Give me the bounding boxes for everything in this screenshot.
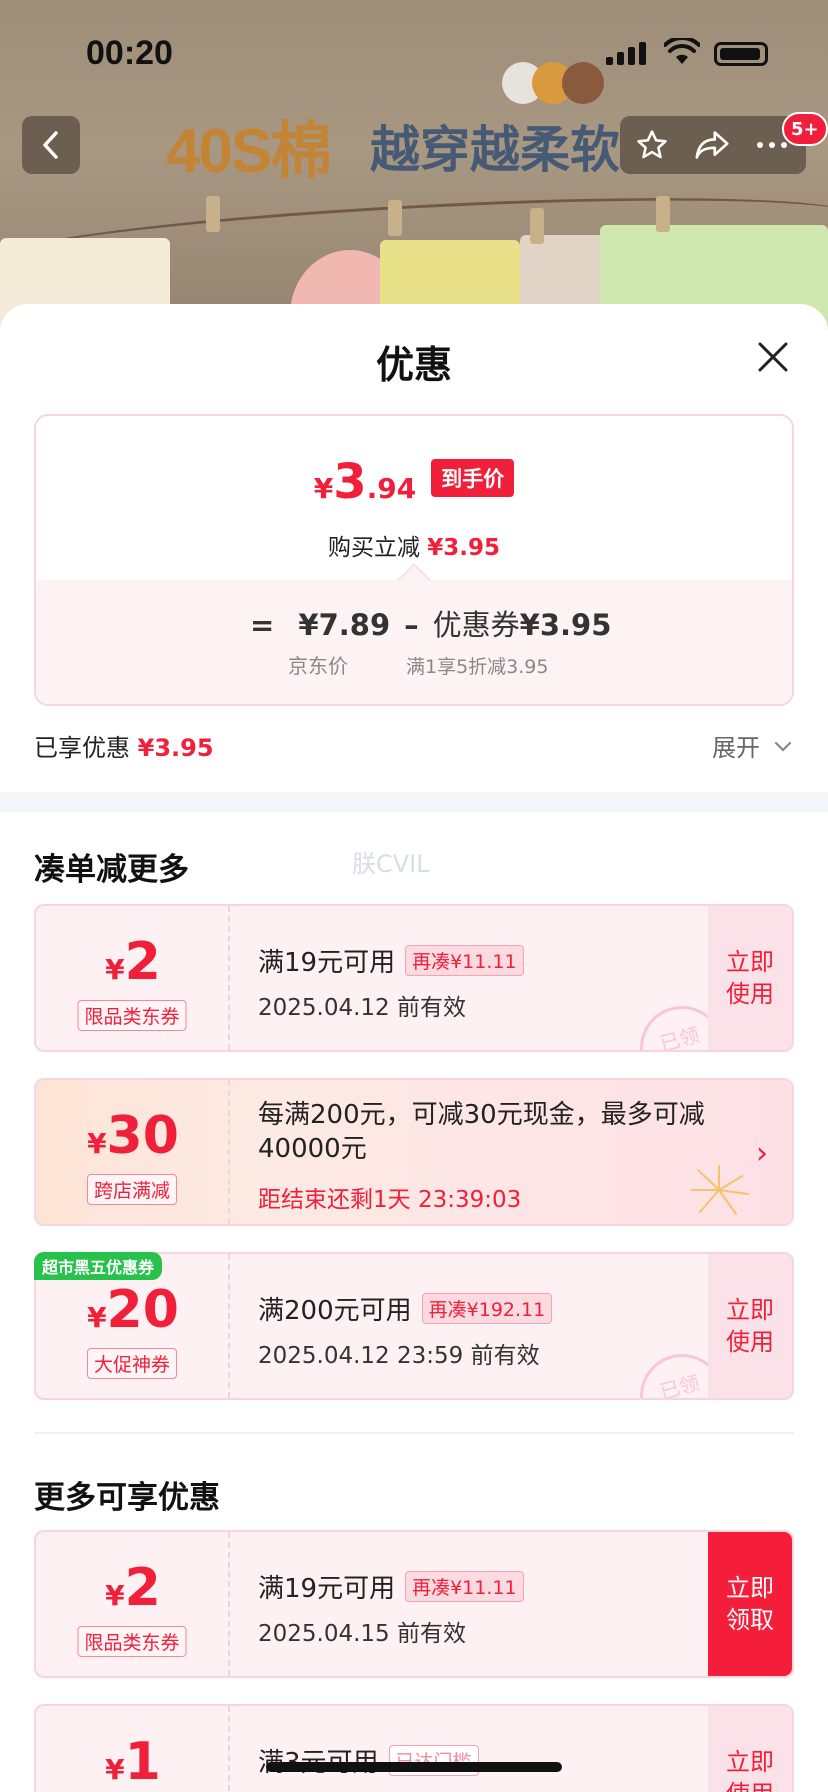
coupon-condition: 满19元可用 再凑¥11.11	[258, 1568, 524, 1605]
use-now-button[interactable]: 立即使用	[708, 1706, 792, 1792]
sheet-title: 优惠	[375, 343, 452, 387]
coupon-caption: 满1享5折减3.95	[406, 656, 549, 678]
wifi-icon	[663, 35, 701, 70]
final-price-tag: 到手价	[431, 459, 515, 497]
coupon-card: ¥2 限品类东券 满19元可用 再凑¥11.11 2025.04.12 前有效 已…	[34, 904, 794, 1052]
enjoyed-discount: 已享优惠 ¥3.95	[34, 734, 214, 762]
gap-pill: 再凑¥192.11	[421, 1293, 553, 1324]
coupon-amount: ¥20	[87, 1280, 179, 1340]
coupon-card: ¥1 满3元可用已达门槛 立即使用	[34, 1704, 794, 1792]
coupon-condition: 满19元可用 再凑¥11.11	[258, 942, 524, 979]
coupon-type: 大促神券	[86, 1348, 178, 1379]
chevron-down-icon	[774, 741, 791, 752]
nav-actions	[620, 116, 806, 174]
coupon-type: 限品类东券	[77, 1000, 187, 1031]
final-price: ¥3.94 到手价	[36, 454, 792, 510]
status-time: 00:20	[86, 34, 173, 72]
hero-slogan-1: 40S棉	[166, 117, 332, 186]
watermark: 朕CVIL	[352, 850, 430, 878]
favorite-button[interactable]	[632, 125, 672, 165]
coupon-type: 跨店满减	[86, 1174, 178, 1205]
discount-sheet: 优惠 ¥3.94 到手价 购买立减 ¥3.95 = ¥7.89– 优惠券¥3.95…	[0, 304, 828, 1792]
section-title-more-offers: 更多可享优惠	[34, 1480, 220, 1516]
price-breakdown-card: ¥3.94 到手价 购买立减 ¥3.95 = ¥7.89– 优惠券¥3.95 京东…	[34, 414, 794, 706]
share-icon	[695, 131, 729, 159]
star-icon	[637, 130, 667, 159]
coupon-amount: ¥30	[87, 1106, 179, 1166]
jd-price-caption: 京东价	[288, 654, 348, 678]
back-button[interactable]	[22, 116, 80, 174]
coupon-condition: 满3元可用已达门槛	[258, 1742, 479, 1779]
coupon-amount: ¥2	[105, 932, 161, 992]
claim-now-button[interactable]: 立即领取	[708, 1532, 792, 1676]
share-button[interactable]	[692, 125, 732, 165]
coupon-amount: ¥2	[105, 1558, 161, 1618]
battery-icon	[714, 42, 768, 66]
coupon-type: 限品类东券	[77, 1626, 187, 1657]
coupon-validity: 2025.04.15 前有效	[258, 1621, 466, 1647]
section-divider	[0, 792, 828, 812]
jd-price: ¥7.89	[298, 608, 391, 642]
coupon-amount: ¥1	[105, 1732, 161, 1792]
gap-pill: 再凑¥11.11	[405, 1571, 524, 1602]
coupon-validity: 2025.04.12 23:59 前有效	[258, 1343, 540, 1369]
use-now-button[interactable]: 立即使用	[708, 1254, 792, 1398]
notification-badge: 5+	[782, 112, 828, 146]
signal-icon	[606, 42, 650, 65]
cross-store-promo-card[interactable]: ¥30 跨店满减 每满200元，可减30元现金，最多可减40000元 距结束还剩…	[34, 1078, 794, 1226]
home-indicator[interactable]	[266, 1762, 562, 1772]
coupon-condition: 满200元可用 再凑¥192.11	[258, 1290, 553, 1327]
coupon-card: ¥2 限品类东券 满19元可用 再凑¥11.11 2025.04.15 前有效 立…	[34, 1530, 794, 1678]
promo-countdown: 距结束还剩1天 23:39:03	[258, 1187, 522, 1213]
divider	[34, 1432, 794, 1434]
black-friday-tag: 超市黑五优惠券	[34, 1252, 163, 1280]
gap-pill: 再凑¥11.11	[405, 945, 524, 976]
close-button[interactable]	[756, 340, 790, 374]
coupon-value: ¥3.95	[519, 608, 612, 642]
expand-button[interactable]: 展开	[712, 728, 792, 763]
chevron-left-icon	[43, 131, 58, 159]
status-bar: 00:20	[0, 0, 828, 100]
section-title-add-more: 凑单减更多	[34, 852, 189, 888]
price-formula: = ¥7.89– 优惠券¥3.95 京东价 满1享5折减3.95	[36, 580, 792, 704]
hero-slogan-2: 越穿越柔软	[370, 121, 620, 179]
coupon-validity: 2025.04.12 前有效	[258, 995, 466, 1021]
promo-rule: 每满200元，可减30元现金，最多可减40000元	[258, 1100, 705, 1164]
close-icon	[758, 342, 788, 372]
instant-discount: 购买立减 ¥3.95	[327, 535, 501, 561]
chevron-right-icon: ›	[756, 1136, 768, 1171]
firework-icon	[691, 1165, 749, 1215]
more-dots-icon	[757, 142, 787, 148]
use-now-button[interactable]: 立即使用	[708, 906, 792, 1050]
